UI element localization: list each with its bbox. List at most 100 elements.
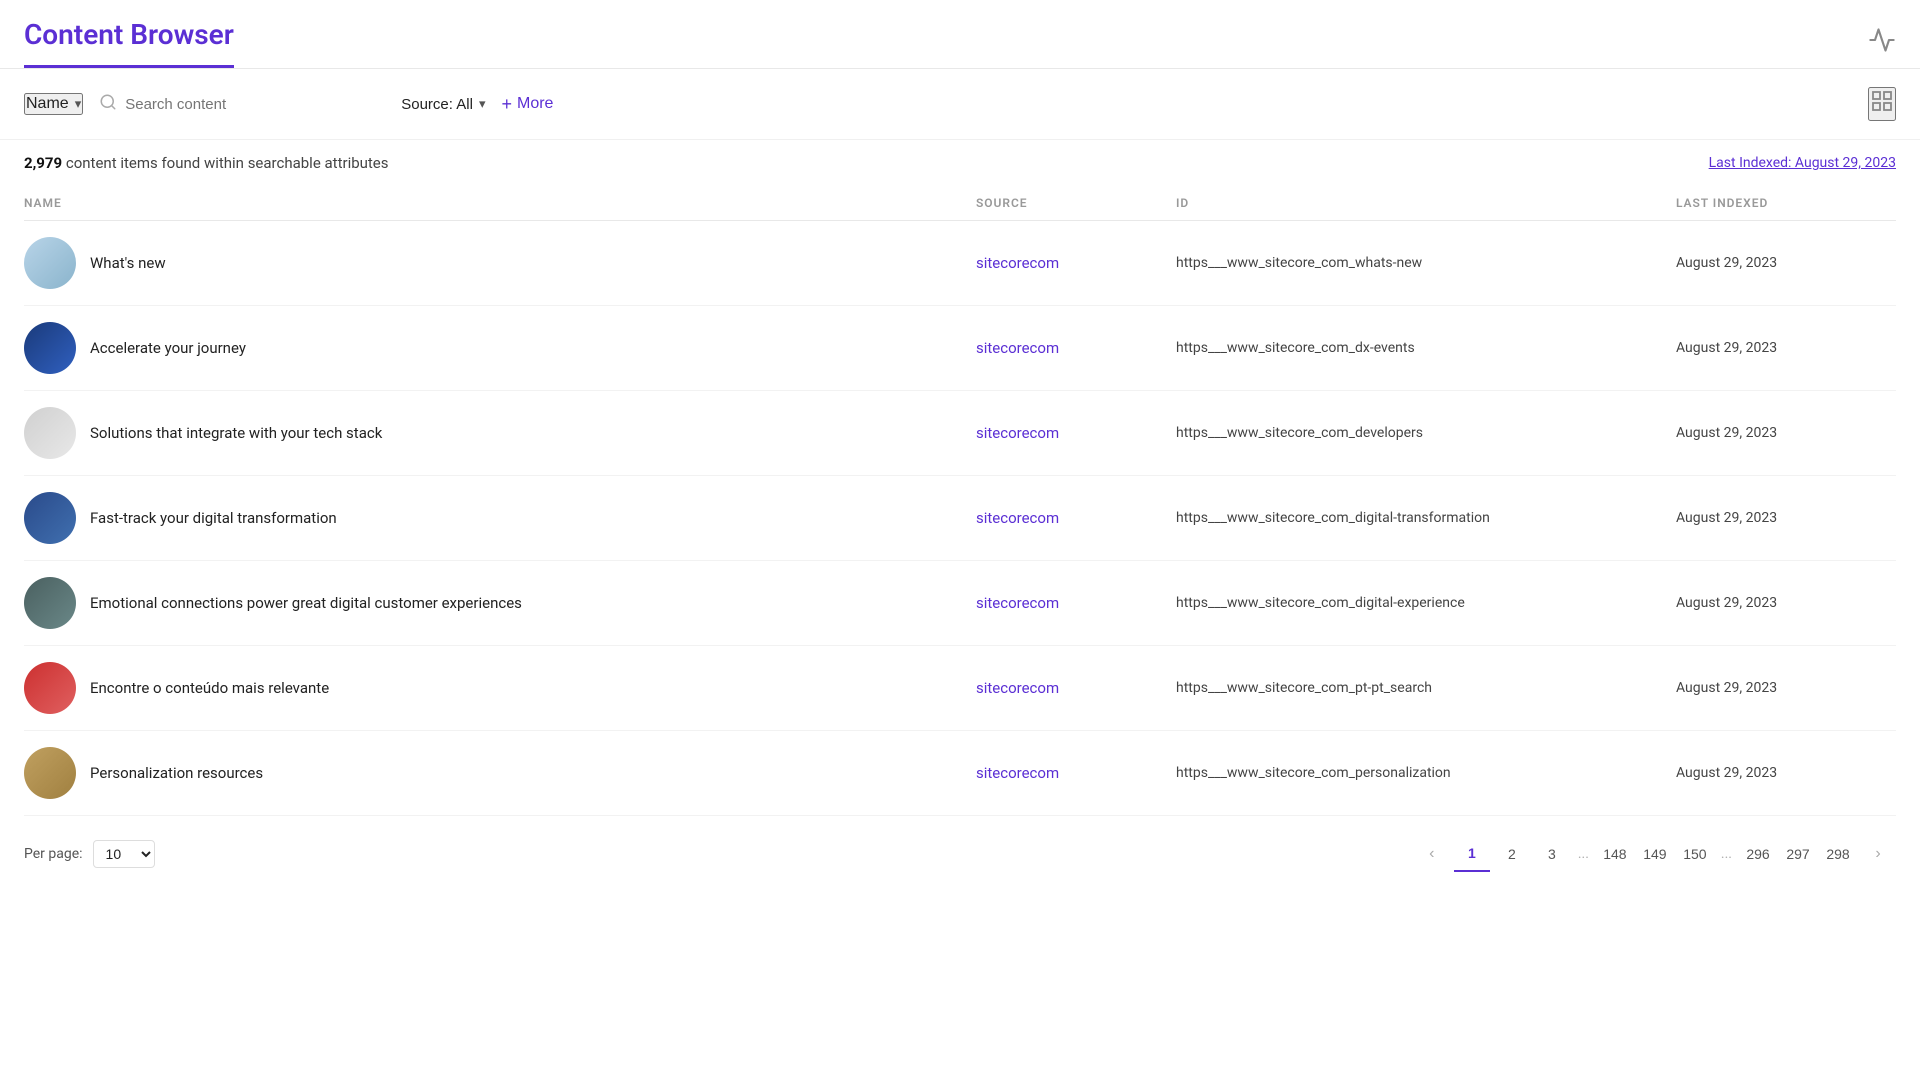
date-cell: August 29, 2023: [1676, 340, 1896, 356]
name-cell: Personalization resources: [24, 747, 976, 799]
toolbar: Name ▾ Source: All ▾ + More: [0, 69, 1920, 140]
avatar: [24, 662, 76, 714]
name-cell: Solutions that integrate with your tech …: [24, 407, 976, 459]
page-button-148[interactable]: 148: [1597, 836, 1633, 872]
search-icon: [99, 93, 117, 116]
source-cell: sitecorecom: [976, 254, 1176, 272]
app-title: Content Browser: [24, 18, 234, 68]
table-row: Encontre o conteúdo mais relevante sitec…: [24, 646, 1896, 731]
date-cell: August 29, 2023: [1676, 510, 1896, 526]
item-name: Encontre o conteúdo mais relevante: [90, 679, 329, 697]
analytics-icon[interactable]: [1868, 26, 1896, 60]
name-filter-label: Name: [26, 95, 69, 113]
table-body: What's new sitecorecom https___www_sitec…: [24, 221, 1896, 816]
stats-description: content items found within searchable at…: [66, 154, 389, 172]
plus-icon: +: [501, 94, 512, 115]
page-button-297[interactable]: 297: [1780, 836, 1816, 872]
col-name-header: NAME: [24, 196, 976, 210]
item-name: What's new: [90, 254, 166, 272]
name-cell: Encontre o conteúdo mais relevante: [24, 662, 976, 714]
date-cell: August 29, 2023: [1676, 255, 1896, 271]
more-label: More: [517, 95, 553, 113]
id-cell: https___www_sitecore_com_digital-transfo…: [1176, 510, 1676, 526]
source-link[interactable]: sitecorecom: [976, 339, 1059, 357]
avatar: [24, 492, 76, 544]
content-table: NAME SOURCE ID LAST INDEXED What's new s…: [0, 186, 1920, 816]
search-wrap: [99, 93, 385, 116]
page-button-149[interactable]: 149: [1637, 836, 1673, 872]
table-row: Emotional connections power great digita…: [24, 561, 1896, 646]
item-name: Accelerate your journey: [90, 339, 246, 357]
name-filter-button[interactable]: Name ▾: [24, 93, 83, 115]
source-link[interactable]: sitecorecom: [976, 764, 1059, 782]
app-header: Content Browser: [0, 0, 1920, 69]
source-cell: sitecorecom: [976, 764, 1176, 782]
source-link[interactable]: sitecorecom: [976, 254, 1059, 272]
table-row: What's new sitecorecom https___www_sitec…: [24, 221, 1896, 306]
source-cell: sitecorecom: [976, 679, 1176, 697]
prev-page-button[interactable]: ‹: [1414, 836, 1450, 872]
per-page-select[interactable]: 10 25 50 100: [93, 840, 155, 868]
date-cell: August 29, 2023: [1676, 765, 1896, 781]
date-cell: August 29, 2023: [1676, 425, 1896, 441]
id-cell: https___www_sitecore_com_developers: [1176, 425, 1676, 441]
col-id-header: ID: [1176, 196, 1676, 210]
source-link[interactable]: sitecorecom: [976, 509, 1059, 527]
toolbar-right: [1868, 87, 1896, 121]
table-row: Personalization resources sitecorecom ht…: [24, 731, 1896, 816]
stats-row: 2,979 content items found within searcha…: [0, 140, 1920, 186]
date-cell: August 29, 2023: [1676, 595, 1896, 611]
page-dots: ...: [1574, 846, 1593, 862]
per-page-label: Per page:: [24, 846, 83, 862]
source-link[interactable]: sitecorecom: [976, 424, 1059, 442]
page-button-298[interactable]: 298: [1820, 836, 1856, 872]
avatar: [24, 237, 76, 289]
source-cell: sitecorecom: [976, 594, 1176, 612]
col-source-header: SOURCE: [976, 196, 1176, 210]
avatar: [24, 322, 76, 374]
per-page-control: Per page: 10 25 50 100: [24, 840, 155, 868]
page-button-2[interactable]: 2: [1494, 836, 1530, 872]
source-cell: sitecorecom: [976, 339, 1176, 357]
id-cell: https___www_sitecore_com_personalization: [1176, 765, 1676, 781]
name-cell: Emotional connections power great digita…: [24, 577, 976, 629]
page-button-150[interactable]: 150: [1677, 836, 1713, 872]
stats-text: 2,979 content items found within searcha…: [24, 154, 389, 172]
item-name: Emotional connections power great digita…: [90, 594, 522, 612]
id-cell: https___www_sitecore_com_dx-events: [1176, 340, 1676, 356]
page-button-1[interactable]: 1: [1454, 836, 1490, 872]
name-cell: What's new: [24, 237, 976, 289]
page-button-3[interactable]: 3: [1534, 836, 1570, 872]
item-name: Fast-track your digital transformation: [90, 509, 337, 527]
item-count: 2,979: [24, 154, 62, 172]
source-chevron-icon: ▾: [479, 96, 486, 112]
id-cell: https___www_sitecore_com_digital-experie…: [1176, 595, 1676, 611]
source-link[interactable]: sitecorecom: [976, 679, 1059, 697]
source-filter-button[interactable]: Source: All ▾: [401, 96, 485, 113]
table-row: Solutions that integrate with your tech …: [24, 391, 1896, 476]
col-lastindexed-header: LAST INDEXED: [1676, 196, 1896, 210]
table-row: Accelerate your journey sitecorecom http…: [24, 306, 1896, 391]
page-dots: ...: [1717, 846, 1736, 862]
search-input[interactable]: [125, 96, 385, 113]
id-cell: https___www_sitecore_com_pt-pt_search: [1176, 680, 1676, 696]
item-name: Solutions that integrate with your tech …: [90, 424, 382, 442]
source-cell: sitecorecom: [976, 509, 1176, 527]
grid-view-button[interactable]: [1868, 87, 1896, 121]
source-cell: sitecorecom: [976, 424, 1176, 442]
name-chevron-icon: ▾: [75, 96, 82, 112]
avatar: [24, 577, 76, 629]
date-cell: August 29, 2023: [1676, 680, 1896, 696]
item-name: Personalization resources: [90, 764, 263, 782]
next-page-button[interactable]: ›: [1860, 836, 1896, 872]
more-button[interactable]: + More: [501, 94, 553, 115]
name-cell: Fast-track your digital transformation: [24, 492, 976, 544]
table-row: Fast-track your digital transformation s…: [24, 476, 1896, 561]
avatar: [24, 407, 76, 459]
source-filter-label: Source: All: [401, 96, 473, 113]
last-indexed-link[interactable]: Last Indexed: August 29, 2023: [1709, 155, 1896, 171]
avatar: [24, 747, 76, 799]
id-cell: https___www_sitecore_com_whats-new: [1176, 255, 1676, 271]
page-button-296[interactable]: 296: [1740, 836, 1776, 872]
source-link[interactable]: sitecorecom: [976, 594, 1059, 612]
